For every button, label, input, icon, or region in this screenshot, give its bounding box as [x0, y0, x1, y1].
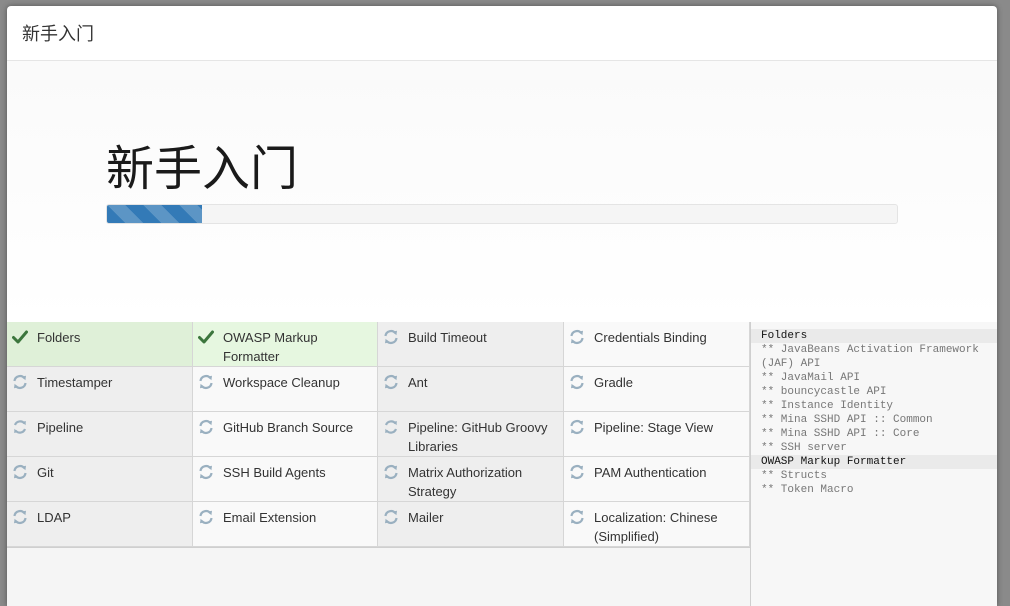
plugin-name: GitHub Branch Source: [223, 420, 354, 435]
plugin-item: LDAP: [7, 502, 193, 547]
plugin-name: PAM Authentication: [594, 465, 707, 480]
refresh-icon: [569, 509, 585, 525]
dialog-title: 新手入门: [7, 6, 997, 61]
plugin-item: Workspace Cleanup: [193, 367, 378, 412]
plugin-name: SSH Build Agents: [223, 465, 326, 480]
log-dependency-line: ** Mina SSHD API :: Common: [761, 414, 933, 426]
log-plugin-heading: Folders: [751, 329, 997, 343]
plugin-name: Folders: [37, 330, 81, 345]
refresh-icon: [383, 374, 399, 390]
plugin-name: Email Extension: [223, 510, 317, 525]
plugin-name: Ant: [408, 375, 428, 390]
plugin-item: Ant: [378, 367, 564, 412]
plugin-name: Pipeline: Stage View: [594, 420, 714, 435]
plugin-name: Credentials Binding: [594, 330, 707, 345]
getting-started-dialog: 新手入门 新手入门 Folders OWASP Markup Formatter B…: [7, 6, 997, 606]
refresh-icon: [383, 419, 399, 435]
log-dependency-line: ** SSH server: [761, 442, 847, 454]
refresh-icon: [569, 329, 585, 345]
log-dependency-line: ** Mina SSHD API :: Core: [761, 428, 920, 440]
check-icon: [198, 329, 214, 345]
plugin-name: Localization: Chinese (Simplified): [594, 510, 718, 544]
plugin-item: Gradle: [564, 367, 750, 412]
refresh-icon: [383, 464, 399, 480]
refresh-icon: [198, 374, 214, 390]
refresh-icon: [198, 509, 214, 525]
log-dependency-line: ** JavaBeans Activation Framework (JAF) …: [761, 344, 979, 370]
plugin-name: Pipeline: [37, 420, 84, 435]
plugin-item: OWASP Markup Formatter: [193, 322, 378, 367]
plugin-item: Credentials Binding: [564, 322, 750, 367]
plugin-item: Pipeline: Stage View: [564, 412, 750, 457]
install-progress: [106, 204, 898, 224]
refresh-icon: [383, 509, 399, 525]
plugin-item: Git: [7, 457, 193, 502]
plugin-item: Email Extension: [193, 502, 378, 547]
log-dependency-line: ** Instance Identity: [761, 400, 894, 412]
log-dependency-line: ** Structs: [761, 470, 828, 482]
plugin-item: GitHub Branch Source: [193, 412, 378, 457]
log-dependency-line: ** bouncycastle API: [761, 386, 887, 398]
plugin-item: Mailer: [378, 502, 564, 547]
refresh-icon: [12, 464, 28, 480]
plugin-name: Pipeline: GitHub Groovy Libraries: [408, 420, 548, 454]
install-progress-bar: [107, 205, 202, 223]
plugin-item: Pipeline: [7, 412, 193, 457]
install-log[interactable]: Folders ** JavaBeans Activation Framework…: [750, 322, 997, 606]
log-dependency-line: ** JavaMail API: [761, 372, 861, 384]
refresh-icon: [12, 374, 28, 390]
hero-panel: 新手入门: [7, 61, 997, 323]
refresh-icon: [12, 419, 28, 435]
refresh-icon: [569, 419, 585, 435]
plugin-name: Build Timeout: [408, 330, 487, 345]
check-icon: [12, 329, 28, 345]
plugin-name: Matrix Authorization Strategy: [408, 465, 523, 499]
plugin-name: LDAP: [37, 510, 71, 525]
refresh-icon: [12, 509, 28, 525]
hero-title: 新手入门: [106, 141, 299, 197]
refresh-icon: [198, 464, 214, 480]
plugin-grid: Folders OWASP Markup Formatter Build Timeo…: [7, 322, 750, 548]
plugin-item: Pipeline: GitHub Groovy Libraries: [378, 412, 564, 457]
plugin-item: PAM Authentication: [564, 457, 750, 502]
plugin-item: Build Timeout: [378, 322, 564, 367]
plugin-item: Matrix Authorization Strategy: [378, 457, 564, 502]
plugin-name: Mailer: [408, 510, 444, 525]
refresh-icon: [569, 374, 585, 390]
plugin-name: Git: [37, 465, 54, 480]
plugin-item: Timestamper: [7, 367, 193, 412]
plugin-name: OWASP Markup Formatter: [223, 330, 318, 364]
plugin-install-area: Folders OWASP Markup Formatter Build Timeo…: [7, 322, 997, 606]
log-plugin-heading: OWASP Markup Formatter: [751, 455, 997, 469]
refresh-icon: [569, 464, 585, 480]
plugin-item: SSH Build Agents: [193, 457, 378, 502]
plugin-name: Gradle: [594, 375, 634, 390]
log-dependency-line: ** Token Macro: [761, 484, 854, 496]
plugin-name: Timestamper: [37, 375, 113, 390]
plugin-item: Localization: Chinese (Simplified): [564, 502, 750, 547]
refresh-icon: [383, 329, 399, 345]
plugin-name: Workspace Cleanup: [223, 375, 340, 390]
refresh-icon: [198, 419, 214, 435]
plugin-item: Folders: [7, 322, 193, 367]
